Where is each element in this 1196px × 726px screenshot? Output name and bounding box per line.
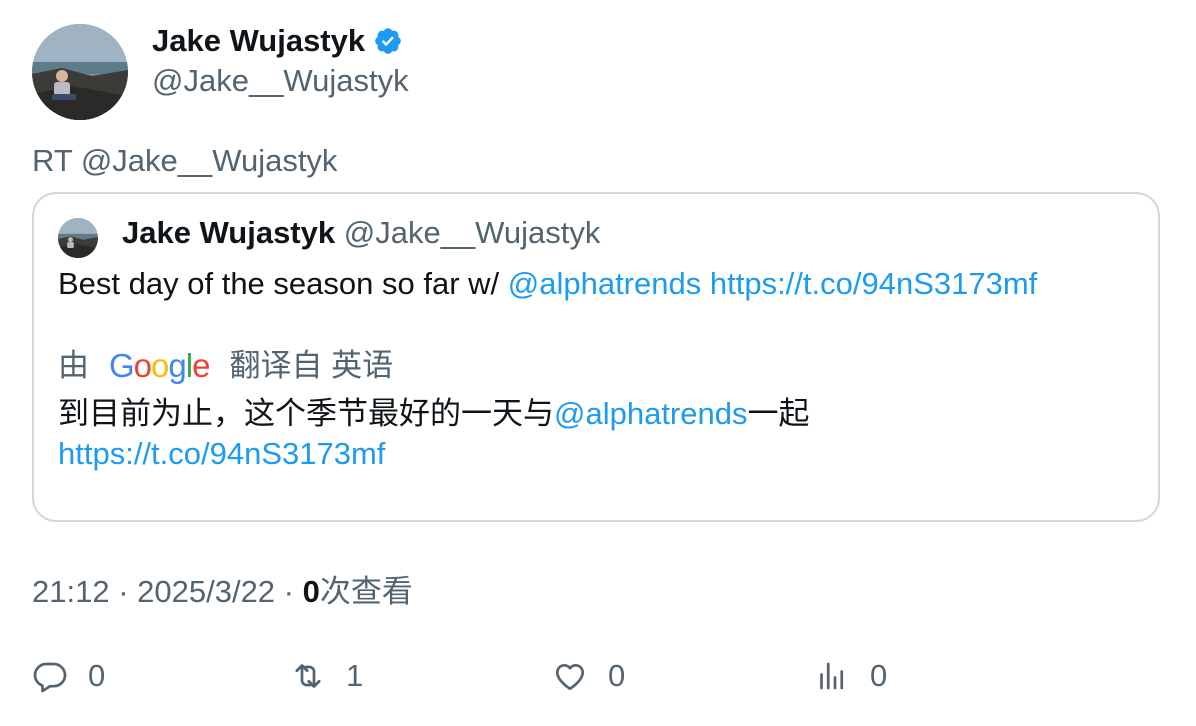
avatar-photo bbox=[32, 24, 128, 120]
translated-mention-link[interactable]: @alphatrends bbox=[554, 396, 747, 431]
meta-separator: · bbox=[275, 574, 303, 609]
quoted-header: Jake Wujastyk @Jake__Wujastyk bbox=[122, 214, 600, 252]
views-count-action: 0 bbox=[870, 658, 888, 693]
author-name[interactable]: Jake Wujastyk bbox=[152, 22, 365, 60]
quoted-tweet-card[interactable]: Jake Wujastyk @Jake__Wujastyk Best day o… bbox=[32, 192, 1160, 522]
tweet-actions: 0 1 0 0 bbox=[32, 658, 1172, 702]
views-label: 次查看 bbox=[319, 574, 413, 609]
like-button[interactable]: 0 bbox=[552, 658, 625, 694]
translated-text: 到目前为止，这个季节最好的一天与@alphatrends一起 https://t.… bbox=[58, 394, 1138, 474]
like-count: 0 bbox=[608, 658, 626, 693]
mention-link[interactable]: @alphatrends bbox=[508, 266, 701, 301]
quoted-tweet-text: Best day of the season so far w/ @alphat… bbox=[58, 264, 1037, 304]
translated-url-link[interactable]: https://t.co/94nS3173mf bbox=[58, 436, 385, 471]
meta-separator: · bbox=[109, 574, 138, 609]
tweet-time[interactable]: 21:12 bbox=[32, 574, 110, 609]
quoted-text-prefix: Best day of the season so far w/ bbox=[58, 266, 508, 301]
heart-icon bbox=[555, 663, 585, 691]
translate-from-label: 翻译自 英语 bbox=[229, 348, 394, 383]
google-logo: Google bbox=[109, 347, 210, 384]
author-handle[interactable]: @Jake__Wujastyk bbox=[152, 62, 409, 100]
url-link[interactable]: https://t.co/94nS3173mf bbox=[710, 266, 1037, 301]
reply-count: 0 bbox=[88, 658, 106, 693]
reply-icon bbox=[33, 662, 67, 693]
author-name-row: Jake Wujastyk bbox=[152, 22, 403, 60]
translated-prefix: 到目前为止，这个季节最好的一天与 bbox=[58, 396, 554, 431]
verified-badge-icon bbox=[375, 28, 401, 54]
translation-attribution: 由 Google 翻译自 英语 bbox=[58, 346, 393, 386]
views-button[interactable]: 0 bbox=[814, 658, 887, 694]
reply-button[interactable]: 0 bbox=[32, 658, 105, 694]
tweet-date[interactable]: 2025/3/22 bbox=[137, 574, 275, 609]
quoted-author-avatar[interactable] bbox=[58, 218, 98, 258]
retweet-text: RT @Jake__Wujastyk bbox=[32, 143, 338, 178]
translated-suffix: 一起 bbox=[747, 396, 810, 431]
analytics-icon bbox=[820, 662, 844, 690]
quoted-author-name[interactable]: Jake Wujastyk bbox=[122, 215, 335, 250]
retweet-icon bbox=[295, 664, 321, 688]
tweet-meta: 21:12 · 2025/3/22 · 0次查看 bbox=[32, 572, 413, 612]
views-count: 0 bbox=[302, 574, 320, 609]
author-avatar[interactable] bbox=[32, 24, 128, 120]
retweet-button[interactable]: 1 bbox=[290, 658, 363, 694]
translate-by-label: 由 bbox=[58, 348, 89, 383]
avatar-photo bbox=[58, 218, 98, 258]
quoted-author-handle[interactable]: @Jake__Wujastyk bbox=[344, 215, 601, 250]
retweet-count: 1 bbox=[346, 658, 364, 693]
